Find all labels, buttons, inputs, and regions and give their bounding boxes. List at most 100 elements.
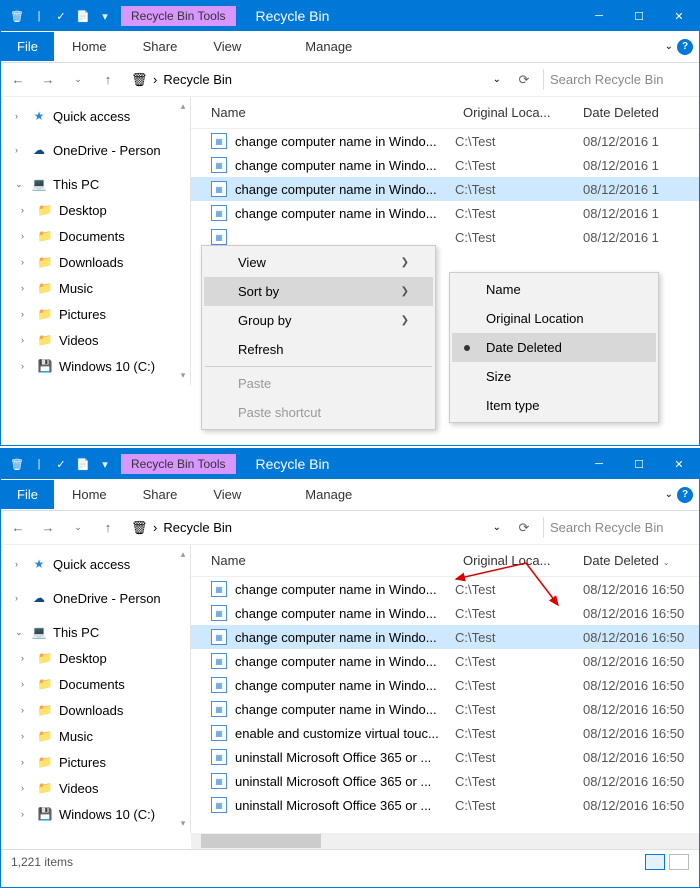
sort-size[interactable]: Size [452, 362, 656, 391]
tab-manage[interactable]: Manage [287, 32, 370, 61]
col-location[interactable]: Original Loca... [463, 553, 583, 568]
tab-view[interactable]: View [195, 32, 259, 61]
sidebar-item-documents[interactable]: ›📁Documents [1, 671, 190, 697]
file-row[interactable]: ▦enable and customize virtual touc...C:\… [191, 721, 699, 745]
properties-icon[interactable]: ✓ [53, 8, 69, 24]
col-date-deleted[interactable]: Date Deleted [583, 105, 693, 120]
sort-original-location[interactable]: Original Location [452, 304, 656, 333]
sidebar-item-videos[interactable]: ›📁Videos [1, 327, 190, 353]
sidebar-item-quick-access[interactable]: ›★Quick access [1, 551, 190, 577]
sidebar-item-videos[interactable]: ›📁Videos [1, 775, 190, 801]
column-headers[interactable]: Name Original Loca... Date Deleted [191, 97, 699, 129]
ctx-sort-by[interactable]: Sort by❯ [204, 277, 433, 306]
sidebar-item-desktop[interactable]: ›📁Desktop [1, 645, 190, 671]
contextual-tab[interactable]: Recycle Bin Tools [121, 454, 236, 474]
close-button[interactable]: ✕ [659, 1, 699, 31]
icons-view-button[interactable] [669, 854, 689, 870]
maximize-button[interactable]: ☐ [619, 449, 659, 479]
chevron-right-icon[interactable]: › [21, 361, 31, 371]
chevron-right-icon[interactable]: › [21, 679, 31, 689]
tab-manage[interactable]: Manage [287, 480, 370, 509]
file-row[interactable]: ▦change computer name in Windo...C:\Test… [191, 577, 699, 601]
address-dropdown-icon[interactable]: ⌄ [493, 522, 501, 533]
sidebar-item-music[interactable]: ›📁Music [1, 723, 190, 749]
file-row[interactable]: ▦uninstall Microsoft Office 365 or ...C:… [191, 769, 699, 793]
file-row[interactable]: ▦change computer name in Windo...C:\Test… [191, 649, 699, 673]
recent-dropdown[interactable]: ⌄ [67, 69, 89, 91]
tab-home[interactable]: Home [54, 32, 125, 61]
file-tab[interactable]: File [1, 480, 54, 509]
refresh-button[interactable]: ⟳ [513, 69, 535, 91]
titlebar[interactable]: 🗑 | ✓ 📄 ▾ Recycle Bin Tools Recycle Bin … [1, 1, 699, 31]
chevron-right-icon[interactable]: › [21, 757, 31, 767]
new-folder-icon[interactable]: 📄 [75, 8, 91, 24]
chevron-right-icon[interactable]: › [21, 783, 31, 793]
sidebar-item-this-pc[interactable]: ⌄💻This PC [1, 619, 190, 645]
sidebar-item-downloads[interactable]: ›📁Downloads [1, 697, 190, 723]
sidebar-item-drive-c[interactable]: ›💾Windows 10 (C:) [1, 353, 190, 379]
chevron-right-icon[interactable]: › [21, 653, 31, 663]
chevron-right-icon[interactable]: › [15, 593, 25, 603]
details-view-button[interactable] [645, 854, 665, 870]
qat-dropdown-icon[interactable]: ▾ [97, 8, 113, 24]
chevron-right-icon[interactable]: › [21, 809, 31, 819]
breadcrumb[interactable]: 🗑 › Recycle Bin ⌄ [127, 520, 505, 536]
scroll-down-icon[interactable]: ▾ [181, 818, 186, 829]
sidebar-item-drive-c[interactable]: ›💾Windows 10 (C:) [1, 801, 190, 827]
chevron-right-icon[interactable]: › [15, 559, 25, 569]
ribbon-collapse-icon[interactable]: ⌄ [665, 489, 673, 500]
sidebar-item-downloads[interactable]: ›📁Downloads [1, 249, 190, 275]
address-dropdown-icon[interactable]: ⌄ [493, 74, 501, 85]
sidebar-scrollbar[interactable]: ▴▾ [175, 545, 191, 833]
contextual-tab[interactable]: Recycle Bin Tools [121, 6, 236, 26]
search-input[interactable]: Search Recycle Bin [543, 69, 693, 90]
back-button[interactable]: ← [7, 69, 29, 91]
ctx-view[interactable]: View❯ [204, 248, 433, 277]
scroll-up-icon[interactable]: ▴ [181, 101, 186, 112]
qat-dropdown-icon[interactable]: ▾ [97, 456, 113, 472]
sidebar-item-onedrive[interactable]: ›☁OneDrive - Person [1, 585, 190, 611]
chevron-right-icon[interactable]: › [21, 283, 31, 293]
tab-share[interactable]: Share [125, 480, 196, 509]
sort-date-deleted[interactable]: Date Deleted [452, 333, 656, 362]
properties-icon[interactable]: ✓ [53, 456, 69, 472]
scroll-down-icon[interactable]: ▾ [181, 370, 186, 381]
forward-button[interactable]: → [37, 69, 59, 91]
sidebar-item-desktop[interactable]: ›📁Desktop [1, 197, 190, 223]
file-row[interactable]: ▦change computer name in Windo...C:\Test… [191, 625, 699, 649]
minimize-button[interactable]: ─ [579, 1, 619, 31]
chevron-right-icon[interactable]: › [15, 111, 25, 121]
sidebar-item-pictures[interactable]: ›📁Pictures [1, 749, 190, 775]
chevron-right-icon[interactable]: › [21, 231, 31, 241]
sidebar-item-music[interactable]: ›📁Music [1, 275, 190, 301]
file-row[interactable]: ▦change computer name in Windo...C:\Test… [191, 129, 699, 153]
chevron-down-icon[interactable]: ⌄ [15, 627, 25, 638]
help-icon[interactable]: ? [677, 39, 693, 55]
horizontal-scrollbar[interactable] [191, 833, 699, 849]
tab-view[interactable]: View [195, 480, 259, 509]
titlebar[interactable]: 🗑 | ✓ 📄 ▾ Recycle Bin Tools Recycle Bin … [1, 449, 699, 479]
file-row[interactable]: ▦uninstall Microsoft Office 365 or ...C:… [191, 793, 699, 817]
scrollbar-thumb[interactable] [201, 834, 321, 848]
sort-item-type[interactable]: Item type [452, 391, 656, 420]
col-date-deleted[interactable]: Date Deleted⌄ [583, 553, 693, 568]
chevron-right-icon[interactable]: › [21, 309, 31, 319]
col-name[interactable]: Name [211, 553, 463, 568]
col-name[interactable]: Name [211, 105, 463, 120]
chevron-right-icon[interactable]: › [21, 705, 31, 715]
chevron-right-icon[interactable]: › [21, 257, 31, 267]
file-row[interactable]: ▦change computer name in Windo...C:\Test… [191, 601, 699, 625]
maximize-button[interactable]: ☐ [619, 1, 659, 31]
new-folder-icon[interactable]: 📄 [75, 456, 91, 472]
file-row[interactable]: ▦change computer name in Windo...C:\Test… [191, 153, 699, 177]
file-row[interactable]: ▦change computer name in Windo...C:\Test… [191, 673, 699, 697]
file-row[interactable]: ▦change computer name in Windo...C:\Test… [191, 697, 699, 721]
tab-share[interactable]: Share [125, 32, 196, 61]
help-icon[interactable]: ? [677, 487, 693, 503]
ribbon-collapse-icon[interactable]: ⌄ [665, 41, 673, 52]
sidebar-item-onedrive[interactable]: ›☁OneDrive - Person [1, 137, 190, 163]
col-location[interactable]: Original Loca... [463, 105, 583, 120]
breadcrumb[interactable]: 🗑 › Recycle Bin ⌄ [127, 72, 505, 88]
sidebar-scrollbar[interactable]: ▴▾ [175, 97, 191, 385]
forward-button[interactable]: → [37, 517, 59, 539]
